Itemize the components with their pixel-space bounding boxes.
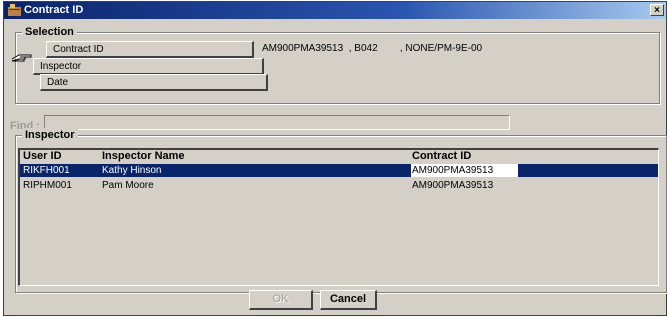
pointing-hand-icon bbox=[11, 54, 32, 62]
find-input[interactable] bbox=[44, 115, 510, 130]
title-bar[interactable]: Contract ID × bbox=[4, 2, 666, 19]
ok-button[interactable]: OK bbox=[249, 290, 313, 310]
inspector-table[interactable]: User ID Inspector Name Contract ID RIKFH… bbox=[18, 148, 659, 286]
table-row[interactable]: RIPHM001 Pam Moore AM900PMA39513 bbox=[20, 179, 658, 192]
table-header: User ID Inspector Name Contract ID bbox=[20, 150, 658, 163]
inspector-legend: Inspector bbox=[22, 128, 78, 142]
cancel-button[interactable]: Cancel bbox=[320, 290, 377, 310]
selection-tab-inspector[interactable]: Inspector bbox=[33, 58, 264, 75]
cell-contract-id: AM900PMA39513 bbox=[412, 180, 494, 191]
cell-inspector-name: Pam Moore bbox=[102, 180, 154, 191]
contract-id-value: AM900PMA39513 , B042 , NONE/PM-9E-00 bbox=[262, 43, 483, 54]
tab-contract-id-label: Contract ID bbox=[53, 44, 104, 55]
cell-user-id: RIPHM001 bbox=[23, 180, 72, 191]
table-row[interactable]: RIKFH001 Kathy Hinson AM900PMA39513 bbox=[20, 164, 658, 177]
selection-legend: Selection bbox=[22, 25, 77, 39]
selection-tab-contract-id[interactable]: Contract ID bbox=[46, 41, 254, 58]
cell-inspector-name: Kathy Hinson bbox=[102, 165, 162, 176]
selection-tab-date[interactable]: Date bbox=[40, 74, 268, 91]
window-title: Contract ID bbox=[24, 4, 84, 16]
contract-id-dialog: Contract ID × Selection Contract ID AM90… bbox=[3, 1, 667, 316]
cell-user-id: RIKFH001 bbox=[23, 165, 70, 176]
tab-date-label: Date bbox=[47, 77, 69, 88]
tab-inspector-label: Inspector bbox=[40, 61, 82, 72]
app-icon bbox=[8, 4, 21, 16]
column-header-user-id[interactable]: User ID bbox=[23, 150, 95, 163]
cell-contract-id: AM900PMA39513 bbox=[411, 164, 518, 177]
column-header-inspector-name[interactable]: Inspector Name bbox=[102, 150, 392, 163]
column-header-contract-id[interactable]: Contract ID bbox=[412, 150, 522, 163]
close-button[interactable]: × bbox=[650, 4, 664, 16]
close-icon: × bbox=[654, 5, 660, 16]
